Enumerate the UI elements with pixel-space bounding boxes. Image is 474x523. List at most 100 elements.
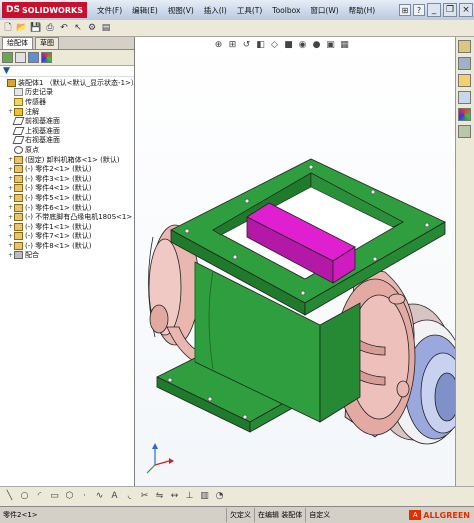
arc-icon[interactable]: ◜ [34,491,45,502]
expand-icon[interactable]: + [7,233,14,240]
filter-row: ▼ [0,66,134,77]
revolve-icon[interactable]: ◔ [214,491,225,502]
rebuild-icon[interactable]: ⚙ [86,22,98,34]
menu-window[interactable]: 窗口(W) [305,5,343,16]
menu-view[interactable]: 视图(V) [163,5,199,16]
pin-icon[interactable]: ⊞ [399,4,411,16]
expand-icon[interactable]: + [7,166,14,173]
restore-button[interactable]: ❐ [443,3,457,17]
tree-item-label: (-) 零件5<1> (默认) [25,193,92,202]
graphics-area[interactable]: ⊕ ⊞ ↺ ◧ ◇ ■ ◉ ● ▣ ▦ [135,37,456,497]
property-manager-icon[interactable] [15,52,26,63]
design-library-icon[interactable] [458,57,471,70]
undo-icon[interactable]: ↶ [58,22,70,34]
panel-tabs: 绘配体 草图 [0,37,134,50]
tree-item[interactable]: + 注解 [0,107,134,117]
custom-properties-icon[interactable] [458,125,471,138]
tree-item-label: (-) 零件7<1> (默认) [25,232,92,241]
rectangle-icon[interactable]: ▭ [49,491,60,502]
annotation-icon [14,107,23,116]
tree-item[interactable]: 前视基准面 [0,116,134,126]
tab-assembly[interactable]: 绘配体 [2,37,33,49]
spline-icon[interactable]: ∿ [94,491,105,502]
point-icon[interactable]: · [79,491,90,502]
tree-item[interactable]: + (固定) 卸料机箱体<1> (默认) [0,155,134,165]
tree-item-label: 前视基准面 [25,117,60,126]
relation-icon[interactable]: ⊥ [184,491,195,502]
rotary-valve-model[interactable] [135,37,456,497]
text-icon[interactable]: A [109,491,120,502]
display-manager-icon[interactable] [41,52,52,63]
tree-item[interactable]: + (-) 零件7<1> (默认) [0,232,134,242]
expand-icon[interactable]: + [7,204,14,211]
circle-icon[interactable]: ○ [19,491,30,502]
polygon-icon[interactable]: ⬡ [64,491,75,502]
tree-item[interactable]: + (-) 零件1<1> (默认) [0,222,134,232]
expand-icon[interactable]: + [7,175,14,182]
minimize-button[interactable]: _ [427,3,441,17]
tree-item[interactable]: + (-) 零件5<1> (默认) [0,193,134,203]
new-file-icon[interactable]: 🗋 [2,22,14,34]
menu-tools[interactable]: 工具(T) [232,5,267,16]
tree-item-label: 注解 [25,107,39,116]
expand-icon[interactable]: + [7,194,14,201]
help-icon[interactable]: ? [413,4,425,16]
expand-icon[interactable]: + [7,223,14,230]
view-palette-icon[interactable] [458,91,471,104]
menu-edit[interactable]: 编辑(E) [127,5,163,16]
appearances-icon[interactable] [458,108,471,121]
expand-icon[interactable]: + [7,156,14,163]
tree-item[interactable]: + (-) 不带底脚有凸缘电机180S<1> [0,212,134,222]
fillet-icon[interactable]: ◟ [124,491,135,502]
dimension-icon[interactable]: ↔ [169,491,180,502]
save-icon[interactable]: 💾 [30,22,42,34]
tree-item[interactable]: + 配合 [0,251,134,261]
expand-icon[interactable]: + [7,242,14,249]
expand-icon[interactable]: + [7,252,14,259]
history-icon [14,88,23,97]
expand-icon[interactable]: + [7,214,14,221]
watermark-text: ALLGREEN [423,510,470,520]
tree-item[interactable]: + (-) 零件3<1> (默认) [0,174,134,184]
expand-icon[interactable]: + [7,185,14,192]
menu-insert[interactable]: 插入(I) [199,5,232,16]
trim-icon[interactable]: ✂ [139,491,150,502]
menu-help[interactable]: 帮助(H) [344,5,381,16]
tree-item-label: (-) 零件2<1> (默认) [25,165,92,174]
tree-item[interactable]: 历史记录 [0,88,134,98]
tab-sketch[interactable]: 草图 [35,37,59,49]
resources-icon[interactable] [458,40,471,53]
select-icon[interactable]: ↖ [72,22,84,34]
solidworks-logo[interactable]: DS SOLIDWORKS [2,2,87,18]
status-message: 零件2<1> [3,511,38,519]
filter-icon[interactable]: ▼ [3,66,10,76]
part-icon [14,165,23,174]
configuration-manager-icon[interactable] [28,52,39,63]
tree-item-label: (-) 零件1<1> (默认) [25,222,92,231]
tree-item[interactable]: + (-) 零件6<1> (默认) [0,203,134,213]
open-file-icon[interactable]: 📂 [16,22,28,34]
status-custom[interactable]: 自定义 [305,508,333,522]
tree-item[interactable]: + (-) 零件2<1> (默认) [0,164,134,174]
assembly-icon [7,78,16,87]
tree-item[interactable]: + (-) 零件4<1> (默认) [0,184,134,194]
bottom-toolbar: ╲ ○ ◜ ▭ ⬡ · ∿ A ◟ ✂ ⇋ ↔ ⊥ ▥ ◔ [0,486,474,506]
menu-toolbox[interactable]: Toolbox [267,6,305,15]
feature-tree-icon[interactable] [2,52,13,63]
expand-icon[interactable]: + [7,108,14,115]
options-icon[interactable]: ▤ [100,22,112,34]
file-explorer-icon[interactable] [458,74,471,87]
extrude-icon[interactable]: ▥ [199,491,210,502]
tree-item[interactable]: 右视基准面 [0,136,134,146]
tree-root[interactable]: 装配体1 （默认<默认_显示状态-1>） [0,78,134,88]
menu-file[interactable]: 文件(F) [92,5,127,16]
print-icon[interactable]: ⎙ [44,22,56,34]
mirror-icon[interactable]: ⇋ [154,491,165,502]
tree-item[interactable]: 上视基准面 [0,126,134,136]
part-icon [14,174,23,183]
close-button[interactable]: × [459,3,473,17]
tree-item[interactable]: 原点 [0,145,134,155]
tree-item[interactable]: 传感器 [0,97,134,107]
sketch-line-icon[interactable]: ╲ [4,491,15,502]
tree-item[interactable]: + (-) 零件8<1> (默认) [0,241,134,251]
